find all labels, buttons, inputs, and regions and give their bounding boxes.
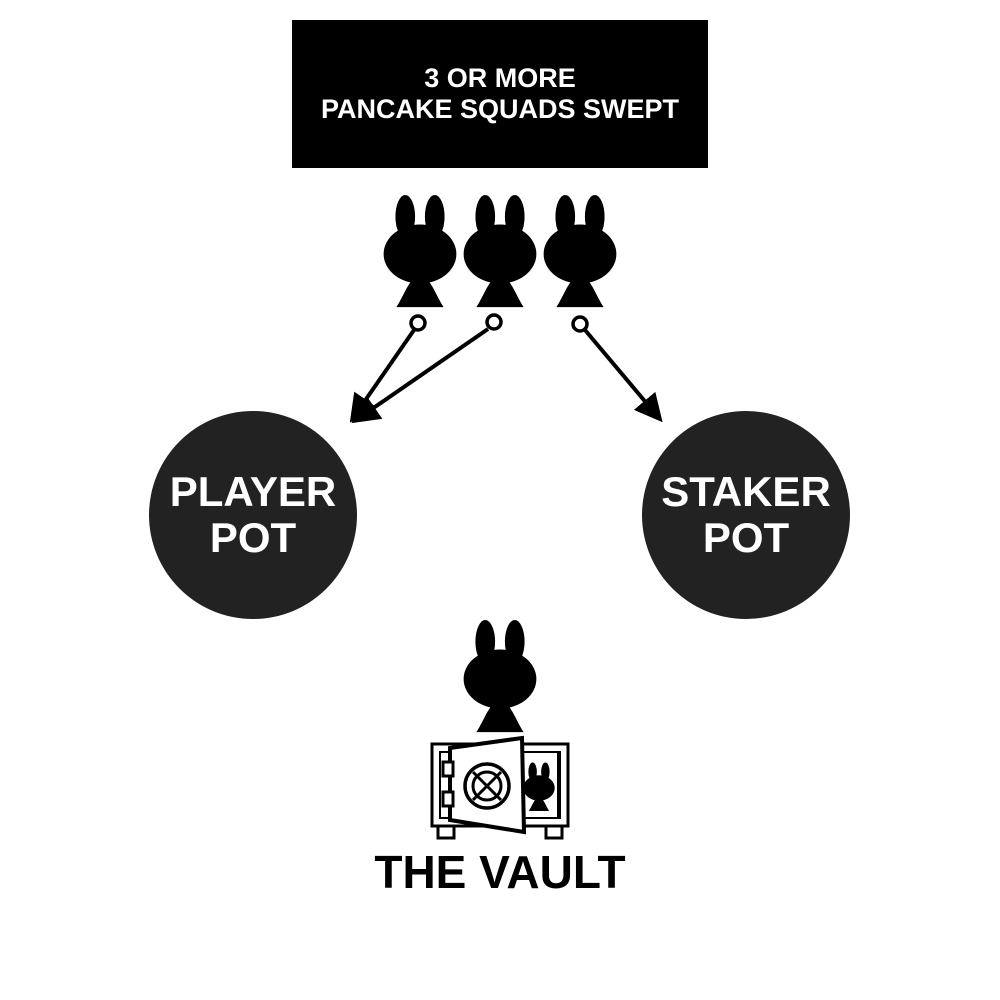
arrow-icon-bunny1-to-player <box>349 328 416 423</box>
header-line-1: 3 OR MORE <box>424 63 576 93</box>
arrow-icon-bunny3-to-staker <box>583 328 663 423</box>
vault-safe-icon <box>430 735 570 840</box>
squad-bunny-icon-1 <box>383 195 457 308</box>
arrow-icon-bunny2-to-player <box>351 327 490 424</box>
vault-bunny-icon <box>463 620 537 733</box>
staker-pot: STAKER POT <box>642 411 850 619</box>
connector-dot-2 <box>485 313 503 331</box>
player-pot-line-2: POT <box>209 514 297 561</box>
connector-dot-3 <box>571 315 589 333</box>
staker-pot-line-1: STAKER <box>661 468 831 515</box>
player-pot: PLAYER POT <box>149 411 357 619</box>
connector-dot-1 <box>409 314 427 332</box>
squad-bunny-icon-2 <box>463 195 537 308</box>
connector-origins <box>409 313 589 333</box>
connector-arrows <box>349 327 663 424</box>
squad-bunny-icon-3 <box>543 195 617 308</box>
vault-label: THE VAULT <box>374 846 626 898</box>
player-pot-line-1: PLAYER <box>169 468 337 515</box>
header-banner: 3 OR MORE PANCAKE SQUADS SWEPT <box>292 20 708 168</box>
header-line-2: PANCAKE SQUADS SWEPT <box>320 94 680 124</box>
staker-pot-line-2: POT <box>702 514 790 561</box>
